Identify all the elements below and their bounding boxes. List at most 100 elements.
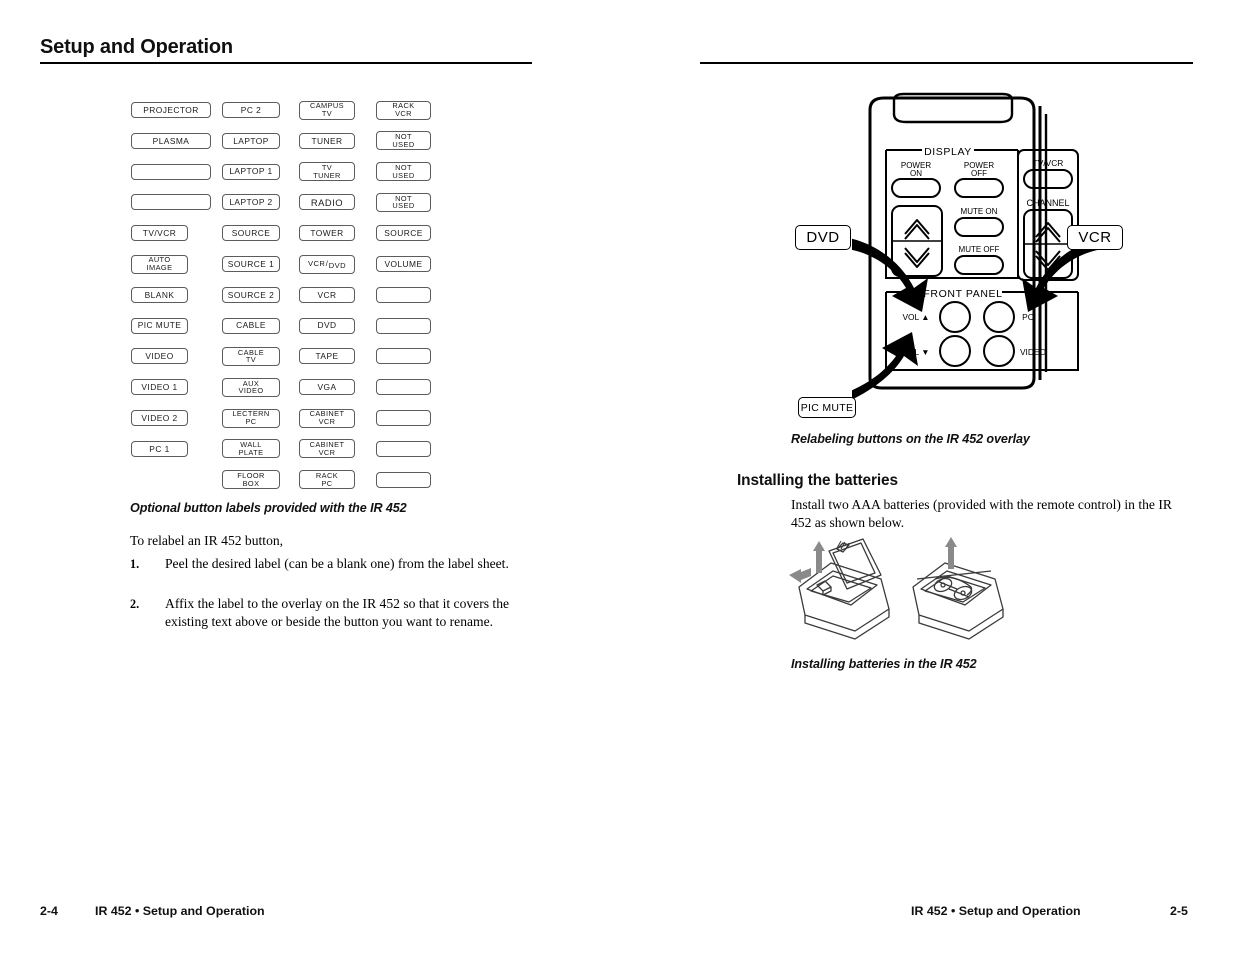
label-column-3-row-13: RACK PC	[299, 470, 355, 490]
label-text: RACK VCR	[392, 101, 415, 118]
label-column-2-row-7: SOURCE 2	[222, 286, 280, 303]
label-column-1-row-8: PIC MUTE	[131, 317, 188, 334]
label-text: TUNER	[311, 135, 343, 146]
label-text: CABINET VCR	[309, 440, 345, 457]
label-text: PC 1	[149, 443, 170, 454]
label-column-2-row-6: SOURCE 1	[222, 256, 280, 272]
label-text: SOURCE 1	[227, 258, 275, 269]
label-column-2-row-10: AUX VIDEO	[222, 377, 280, 397]
label-text: VGA	[317, 381, 337, 392]
label-text: VCR	[317, 289, 337, 300]
label-text: PIC MUTE	[137, 320, 182, 331]
label-text: TAPE	[315, 351, 339, 362]
label-column-3-row-4: RADIO	[299, 194, 355, 211]
relabel-intro: To relabel an IR 452 button,	[130, 533, 284, 548]
label-column-1-row-2: PLASMA	[131, 132, 211, 149]
label-column-4-row-12	[376, 440, 431, 457]
label-text: FLOOR BOX	[237, 471, 265, 488]
label-text: CABINET VCR	[309, 409, 345, 426]
label-column-4-row-10	[376, 379, 431, 396]
label-column-1-row-4	[131, 194, 211, 211]
label-column-1-row-7: BLANK	[131, 286, 188, 303]
label-column-1-row-11: VIDEO 2	[131, 410, 188, 426]
svg-text:TV/VCR: TV/VCR	[1033, 158, 1064, 168]
label-column-2-row-8: CABLE	[222, 317, 280, 334]
label-text: VIDEO	[145, 351, 174, 362]
svg-text:VIDEO: VIDEO	[1020, 347, 1047, 357]
label-column-2-row-1: PC 2	[222, 102, 280, 118]
label-text: LAPTOP 2	[229, 197, 273, 208]
battery-installation-illustration	[785, 535, 1025, 640]
label-text: PLASMA	[152, 135, 190, 146]
left-page: Setup and Operation PROJECTOR PLASMA TV/VC…	[0, 0, 617, 954]
label-column-4-row-3: NOT USED	[376, 162, 431, 182]
label-column-3-row-8: DVD	[299, 317, 355, 334]
label-column-3-row-2: TUNER	[299, 132, 355, 149]
svg-text:MUTE OFF: MUTE OFF	[959, 245, 1000, 254]
section-body-batteries: Install two AAA batteries (provided with…	[791, 497, 1172, 531]
label-text: SOURCE	[384, 227, 423, 238]
label-column-3-row-6: VCR / DVD	[299, 254, 355, 274]
label-column-1-row-6: AUTO IMAGE	[131, 254, 188, 274]
callout-vcr: VCR	[1067, 225, 1123, 250]
label-column-4-row-2: NOT USED	[376, 131, 431, 151]
label-text: PC 2	[240, 104, 262, 115]
display-group-label: DISPLAY	[924, 146, 972, 158]
label-text: LAPTOP 1	[229, 166, 273, 177]
label-text: CABLE TV	[237, 347, 265, 365]
label-column-4-row-13	[376, 471, 431, 488]
label-column-4-row-11	[376, 410, 431, 426]
footer-text-left: IR 452 • Setup and Operation	[95, 904, 265, 918]
label-text: CAMPUS TV	[309, 101, 345, 118]
svg-text:VOL ▲: VOL ▲	[902, 312, 929, 322]
label-column-2-row-2: LAPTOP	[222, 132, 280, 149]
label-column-4-row-5: SOURCE	[376, 225, 431, 242]
label-text: DVD	[317, 320, 337, 331]
label-column-1-row-9: VIDEO	[131, 348, 188, 365]
label-text: SOURCE 2	[227, 289, 275, 300]
label-text: RADIO	[310, 196, 344, 208]
svg-text:ON: ON	[910, 169, 922, 178]
label-text: AUTO IMAGE	[146, 255, 173, 272]
label-text: NOT USED	[392, 193, 415, 211]
label-column-2-row-3: LAPTOP 1	[222, 163, 280, 180]
label-column-3-row-12: CABINET VCR	[299, 439, 355, 459]
front-panel-label: FRONT PANEL	[923, 288, 1002, 300]
label-column-2-row-12: WALL PLATE	[222, 439, 280, 459]
arrow-dvd	[852, 238, 928, 312]
label-text: NOT USED	[392, 132, 415, 149]
section-heading-batteries: Installing the batteries	[737, 472, 898, 489]
header-rule	[40, 62, 532, 65]
label-column-3-row-9: TAPE	[299, 348, 355, 365]
label-text: TV TUNER	[313, 163, 341, 180]
label-column-2-row-9: CABLE TV	[222, 346, 280, 366]
label-column-3-row-7: VCR	[299, 286, 355, 303]
label-column-2-row-5: SOURCE	[222, 225, 280, 242]
step-1-number: 1.	[130, 557, 140, 571]
svg-text:PC: PC	[1022, 312, 1034, 322]
step-1-text: Peel the desired label (can be a blank o…	[165, 556, 509, 571]
label-text: VIDEO 2	[141, 412, 178, 423]
label-text: NOT USED	[392, 163, 415, 180]
label-column-1-row-3	[131, 163, 211, 180]
label-column-4-row-6: VOLUME	[376, 256, 431, 272]
footer-text-right: IR 452 • Setup and Operation	[911, 904, 1081, 918]
label-column-3-row-3: TV TUNER	[299, 162, 355, 182]
svg-text:CHANNEL: CHANNEL	[1026, 198, 1069, 208]
label-column-3-row-10: VGA	[299, 379, 355, 396]
label-column-3-row-5: TOWER	[299, 225, 355, 242]
label-text: TV/VCR	[142, 227, 177, 238]
header-rule-right	[700, 62, 1193, 65]
label-text: BLANK	[144, 289, 175, 300]
step-2-text: Affix the label to the overlay on the IR…	[165, 596, 510, 630]
label-column-2-row-11: LECTERN PC	[222, 408, 280, 428]
label-text: VOLUME	[384, 258, 423, 269]
label-text: WALL PLATE	[238, 440, 264, 457]
label-column-2-row-13: FLOOR BOX	[222, 470, 280, 490]
label-text: VIDEO 1	[141, 381, 178, 392]
label-column-3-row-1: CAMPUS TV	[299, 100, 355, 120]
label-text: SOURCE	[231, 227, 271, 238]
label-column-4-row-1: RACK VCR	[376, 100, 431, 120]
label-column-1-row-5: TV/VCR	[131, 225, 188, 242]
label-text: RACK PC	[315, 471, 339, 488]
